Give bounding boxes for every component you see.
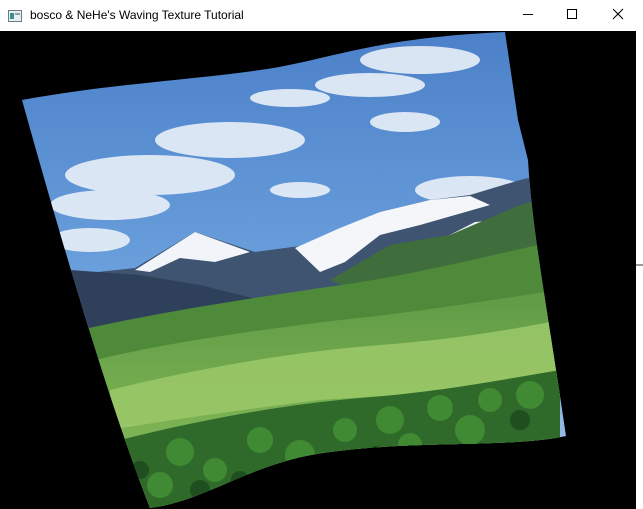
close-icon bbox=[612, 7, 624, 25]
application-window: bosco & NeHe's Waving Texture Tutorial bbox=[0, 0, 643, 509]
app-icon bbox=[8, 9, 22, 22]
title-bar[interactable]: bosco & NeHe's Waving Texture Tutorial bbox=[0, 0, 643, 31]
opengl-viewport[interactable] bbox=[0, 31, 636, 509]
close-button[interactable] bbox=[595, 0, 641, 31]
maximize-button[interactable] bbox=[549, 0, 595, 31]
maximize-icon bbox=[566, 7, 578, 25]
border-notch bbox=[636, 264, 643, 266]
waving-texture-flag bbox=[22, 32, 566, 508]
minimize-button[interactable] bbox=[505, 0, 551, 31]
window-right-border bbox=[636, 31, 643, 509]
window-title: bosco & NeHe's Waving Texture Tutorial bbox=[30, 8, 244, 22]
minimize-icon bbox=[522, 7, 534, 25]
